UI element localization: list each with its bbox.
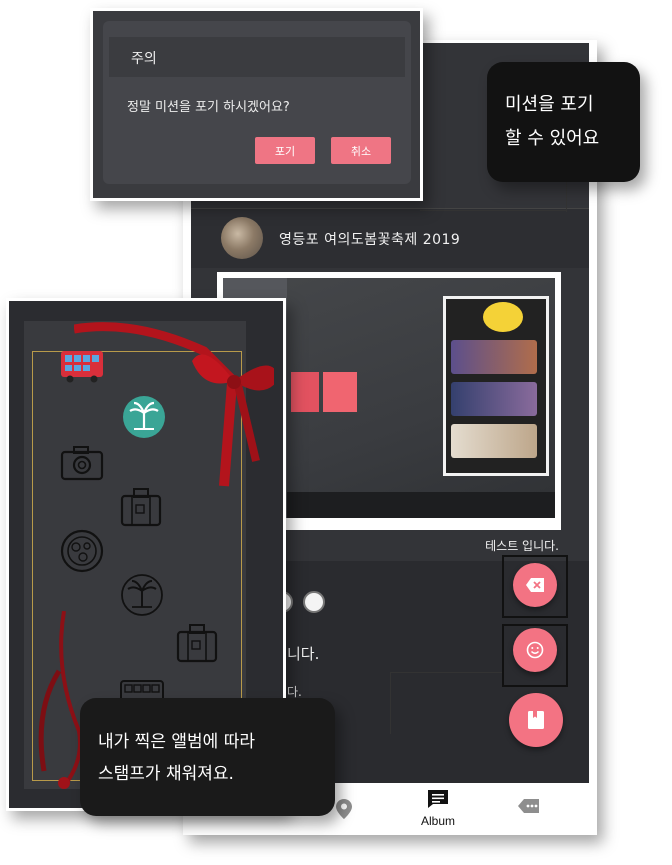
- palm-tree-outline-icon: [121, 574, 163, 616]
- cancel-button[interactable]: 취소: [331, 137, 391, 164]
- photo-card: [451, 382, 537, 416]
- photo-laptop-bezel: [287, 492, 555, 518]
- book-icon: [528, 711, 544, 729]
- dialog-message: 정말 미션을 포기 하시겠어요?: [127, 100, 290, 115]
- photo-pink-block: [291, 372, 319, 412]
- giveup-button[interactable]: 포기: [255, 137, 315, 164]
- sticker-chip[interactable]: [303, 591, 325, 613]
- highlight-box: [502, 555, 568, 618]
- ribbon-bow: [74, 322, 274, 487]
- dialog-screenshot: 주의 정말 미션을 포기 하시겠어요? 포기 취소: [90, 8, 423, 201]
- dialog-backdrop: 주의 정말 미션을 포기 하시겠어요? 포기 취소: [93, 11, 420, 198]
- nav-album-label: Album: [420, 814, 455, 828]
- palm-tree-icon: [123, 396, 165, 438]
- confirm-dialog: 주의 정말 미션을 포기 하시겠어요? 포기 취소: [103, 21, 411, 184]
- connector-line: [566, 182, 567, 212]
- callout-line: 스탬프가 채워져요.: [98, 764, 234, 784]
- album-book-button[interactable]: [509, 693, 563, 747]
- post-title: 영등포 여의도봄꽃축제 2019: [279, 232, 461, 248]
- connector-line: [420, 210, 567, 211]
- suitcase-icon: [120, 488, 162, 527]
- callout-line: 내가 찍은 앨범에 따라: [98, 732, 255, 752]
- photo-pink-block: [323, 372, 357, 412]
- callout-line: 미션을 포기: [505, 94, 594, 115]
- post-header: 영등포 여의도봄꽃축제 2019: [191, 208, 589, 268]
- photo-card: [451, 340, 537, 374]
- connector-line: [390, 672, 391, 734]
- bus-icon: [61, 351, 103, 383]
- photo-card: [451, 424, 537, 458]
- camera-icon: [60, 446, 104, 481]
- dialog-title: 주의: [131, 51, 157, 67]
- callout-line: 할 수 있어요: [505, 128, 600, 149]
- food-plate-icon: [60, 529, 104, 573]
- highlight-box: [502, 624, 568, 687]
- dialog-title-bar: 주의: [109, 37, 405, 77]
- nav-album-tab[interactable]: Album: [413, 789, 463, 828]
- connector-line: [390, 672, 502, 673]
- message-tag-icon[interactable]: [518, 797, 540, 817]
- callout-stamp-fill: 내가 찍은 앨범에 따라 스탬프가 채워져요.: [80, 698, 335, 816]
- map-pin-icon[interactable]: [336, 799, 352, 819]
- chat-square-icon: [428, 790, 448, 808]
- avatar[interactable]: [221, 217, 263, 259]
- post-caption: 테스트 입니다.: [485, 539, 559, 553]
- callout-mission-giveup: 미션을 포기 할 수 있어요: [487, 62, 640, 182]
- suitcase-icon: [176, 624, 218, 663]
- sheet-text: 니다.: [287, 645, 320, 663]
- photo-logo: [483, 302, 523, 332]
